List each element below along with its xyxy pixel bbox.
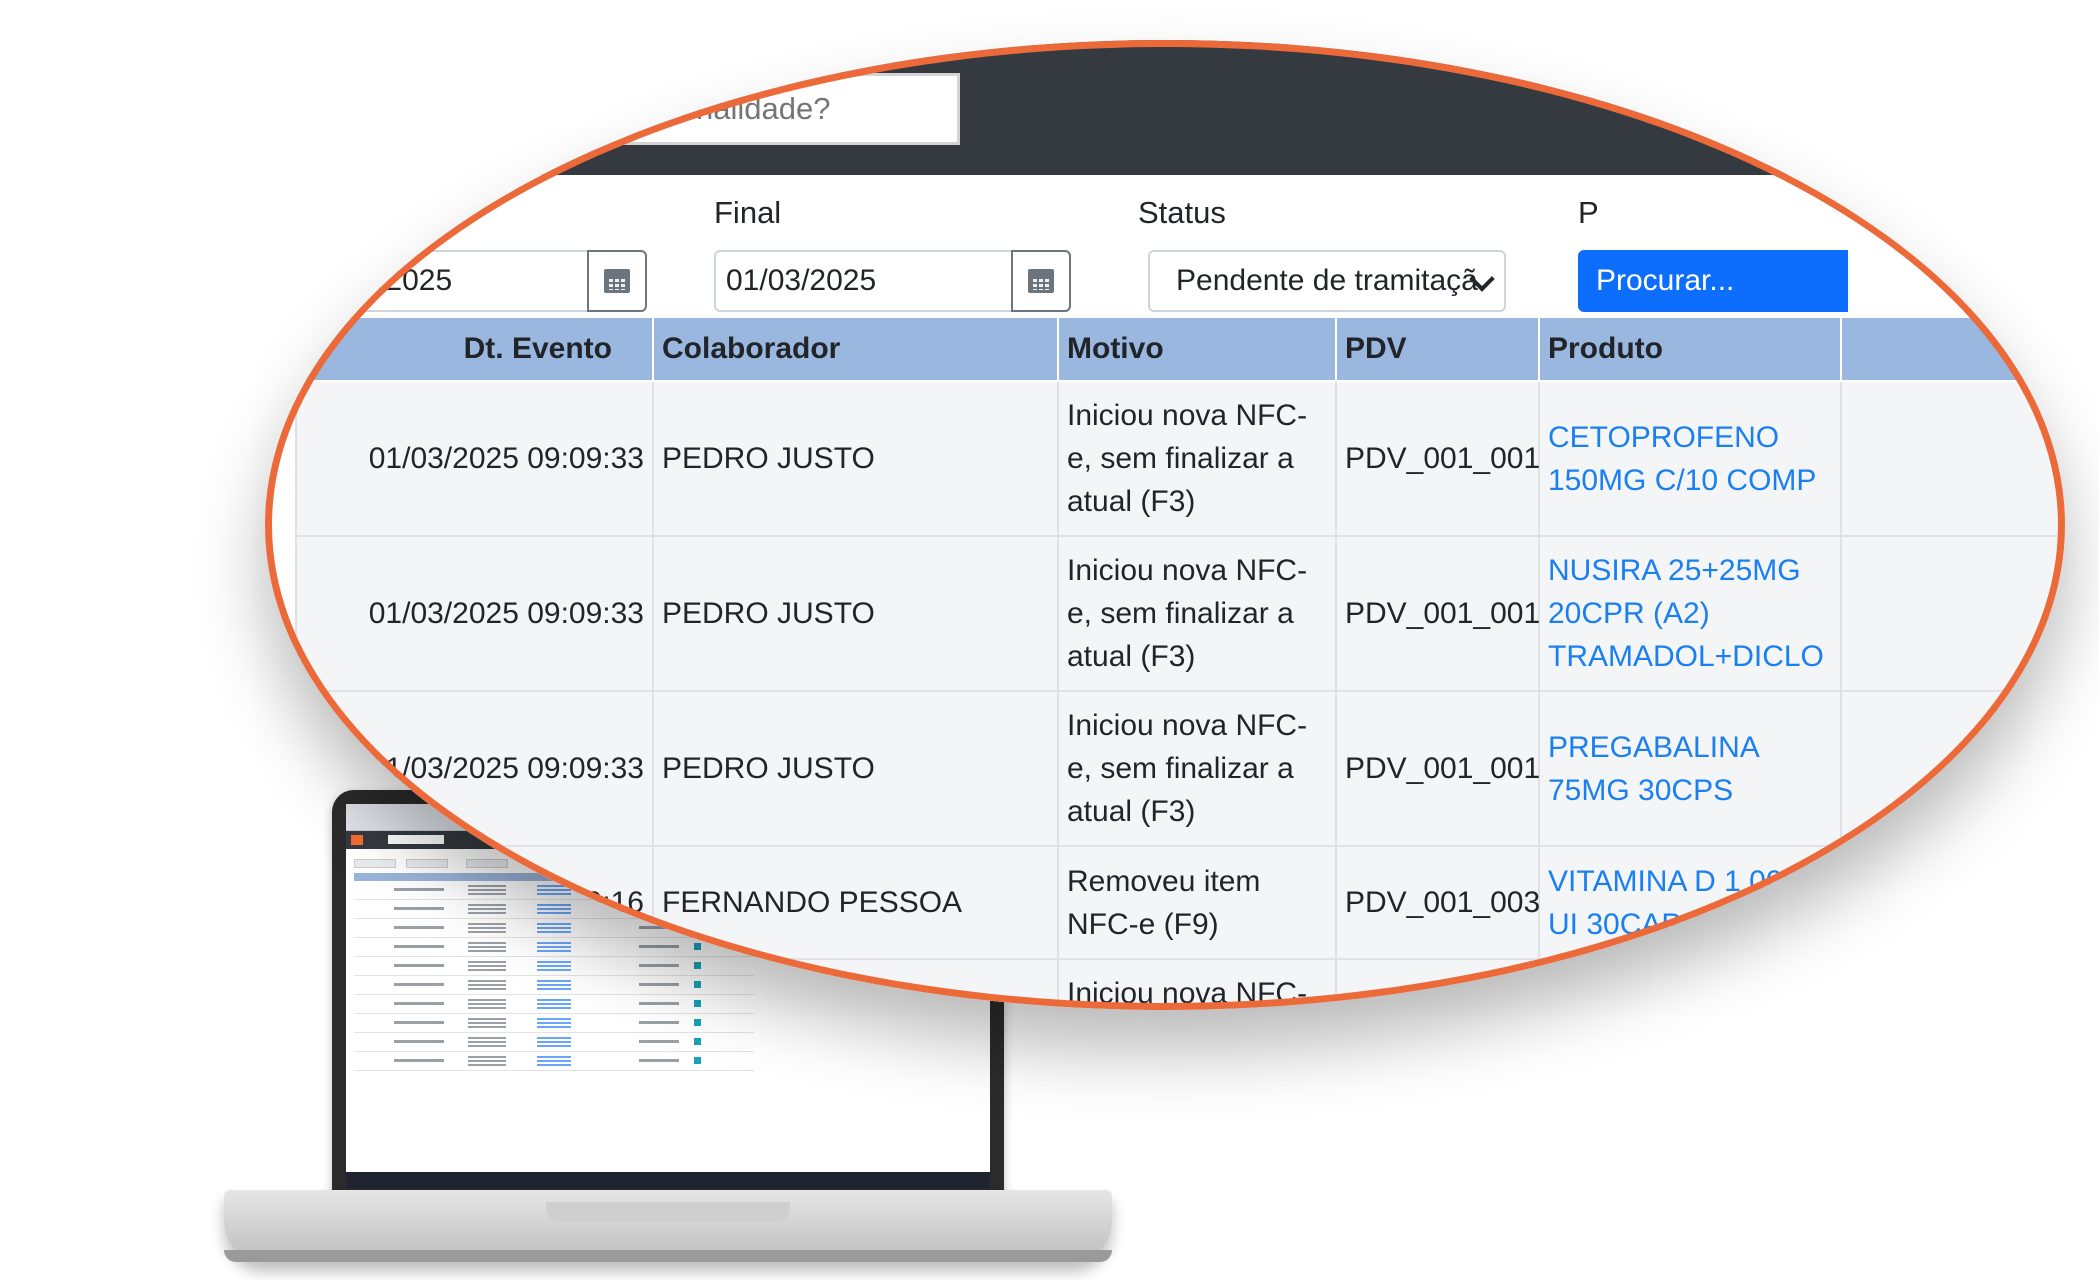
date-event-input[interactable] <box>290 250 590 312</box>
product-link[interactable]: NUSIRA 25+25MG 20CPR (A2) TRAMADOL+DICLO <box>1538 535 1842 692</box>
zoom-lens: ata Evento Final Status Pendente de tram… <box>265 40 2065 1010</box>
header-pdv[interactable]: PDV <box>1335 316 1540 382</box>
product-link[interactable]: PREGABALINA 75MG 30CPS <box>1538 690 1842 847</box>
final-date-calendar-button[interactable] <box>1011 250 1071 312</box>
calendar-icon <box>1028 269 1054 293</box>
cell-pdv: PDV_001_001 <box>1335 690 1540 847</box>
header-motivo[interactable]: Motivo <box>1057 316 1337 382</box>
header-colaborador[interactable]: Colaborador <box>652 316 1059 382</box>
cell-extra <box>1840 958 2065 1010</box>
cell-dt-evento: 01/03/2025 09:09:33 <box>295 690 654 847</box>
search-button[interactable]: Procurar... <box>1578 250 1848 312</box>
calendar-icon <box>604 269 630 293</box>
laptop-foot <box>224 1250 1112 1262</box>
status-label: Status <box>1138 195 1226 230</box>
date-event-label: ata Evento <box>290 195 439 230</box>
cell-motivo: Iniciou nova NFC-e, sem finalizar a atua… <box>1057 535 1337 692</box>
cell-motivo: Removeu item NFC-e (F9) <box>1057 845 1337 960</box>
table-row: 01/03/2025 08:19:16 FERNANDO PESSOA Remo… <box>295 845 2065 960</box>
final-date-label: Final <box>714 195 782 230</box>
cell-dt-evento: 01/03/2025 09:09:33 <box>295 535 654 692</box>
cell-dt-evento: 01/03/2025 09:09:33 <box>295 380 654 537</box>
cell-dt-evento: 01/03/2025 08:19:16 <box>295 845 654 960</box>
product-link[interactable]: CETOPROFENO 150MG C/10 COMP <box>1538 380 1842 537</box>
table-row: 01/03/2025 09:09:33 PEDRO JUSTO Iniciou … <box>295 535 2065 692</box>
cell-colaborador: FERNANDO PESSOA <box>652 845 1059 960</box>
status-select[interactable]: Pendente de tramitaçã <box>1148 250 1506 312</box>
laptop-base <box>224 1190 1112 1262</box>
cell-extra: 1 <box>1840 535 2065 692</box>
cell-colaborador: FERNANDO PESSOA <box>652 958 1059 1010</box>
events-table: Dt. Evento Colaborador Motivo PDV Produt… <box>295 316 2065 1010</box>
date-event-calendar-button[interactable] <box>587 250 647 312</box>
search-label: P <box>1578 195 1599 230</box>
header-dt-evento[interactable]: Dt. Evento <box>295 316 654 382</box>
cell-extra <box>1840 380 2065 537</box>
table-row: 01/03/2025 09:09:33 PEDRO JUSTO Iniciou … <box>295 690 2065 847</box>
final-date-input[interactable] <box>714 250 1014 312</box>
laptop-notch <box>546 1202 790 1222</box>
cell-extra: 2 <box>1840 690 2065 847</box>
table-header-row: Dt. Evento Colaborador Motivo PDV Produt… <box>295 316 2065 382</box>
cell-motivo: Iniciou nova NFC-e, sem finalizar a atua… <box>1057 380 1337 537</box>
cell-colaborador: PEDRO JUSTO <box>652 690 1059 847</box>
cell-pdv: PDV_001_001 <box>1335 535 1540 692</box>
cell-pdv: PDV_001_003 <box>1335 845 1540 960</box>
mini-taskbar <box>346 1172 990 1188</box>
header-produto[interactable]: Produto <box>1538 316 1842 382</box>
product-link[interactable]: CETOCONAZOL <box>1538 958 1842 1010</box>
table-row: 01/03/2025 09:09:33 PEDRO JUSTO Iniciou … <box>295 380 2065 537</box>
table-row: 01/03/2025 10:02:11 FERNANDO PESSOA Inic… <box>295 958 2065 1010</box>
cell-extra <box>1840 845 2065 960</box>
functionality-search-input[interactable] <box>590 73 960 145</box>
cell-motivo: Iniciou nova NFC-e, <box>1057 958 1337 1010</box>
cell-motivo: Iniciou nova NFC-e, sem finalizar a atua… <box>1057 690 1337 847</box>
header-extra <box>1840 316 2065 382</box>
cell-colaborador: PEDRO JUSTO <box>652 535 1059 692</box>
app-topbar <box>265 40 2065 175</box>
cell-pdv: PDV_001_003 <box>1335 958 1540 1010</box>
product-link[interactable]: VITAMINA D 1 000 UI 30CAPS <box>1538 845 1842 960</box>
cell-colaborador: PEDRO JUSTO <box>652 380 1059 537</box>
cell-pdv: PDV_001_001 <box>1335 380 1540 537</box>
zoom-canvas: ata Evento Final Status Pendente de tram… <box>265 40 2065 1010</box>
cell-dt-evento: 01/03/2025 10:02:11 <box>295 958 654 1010</box>
